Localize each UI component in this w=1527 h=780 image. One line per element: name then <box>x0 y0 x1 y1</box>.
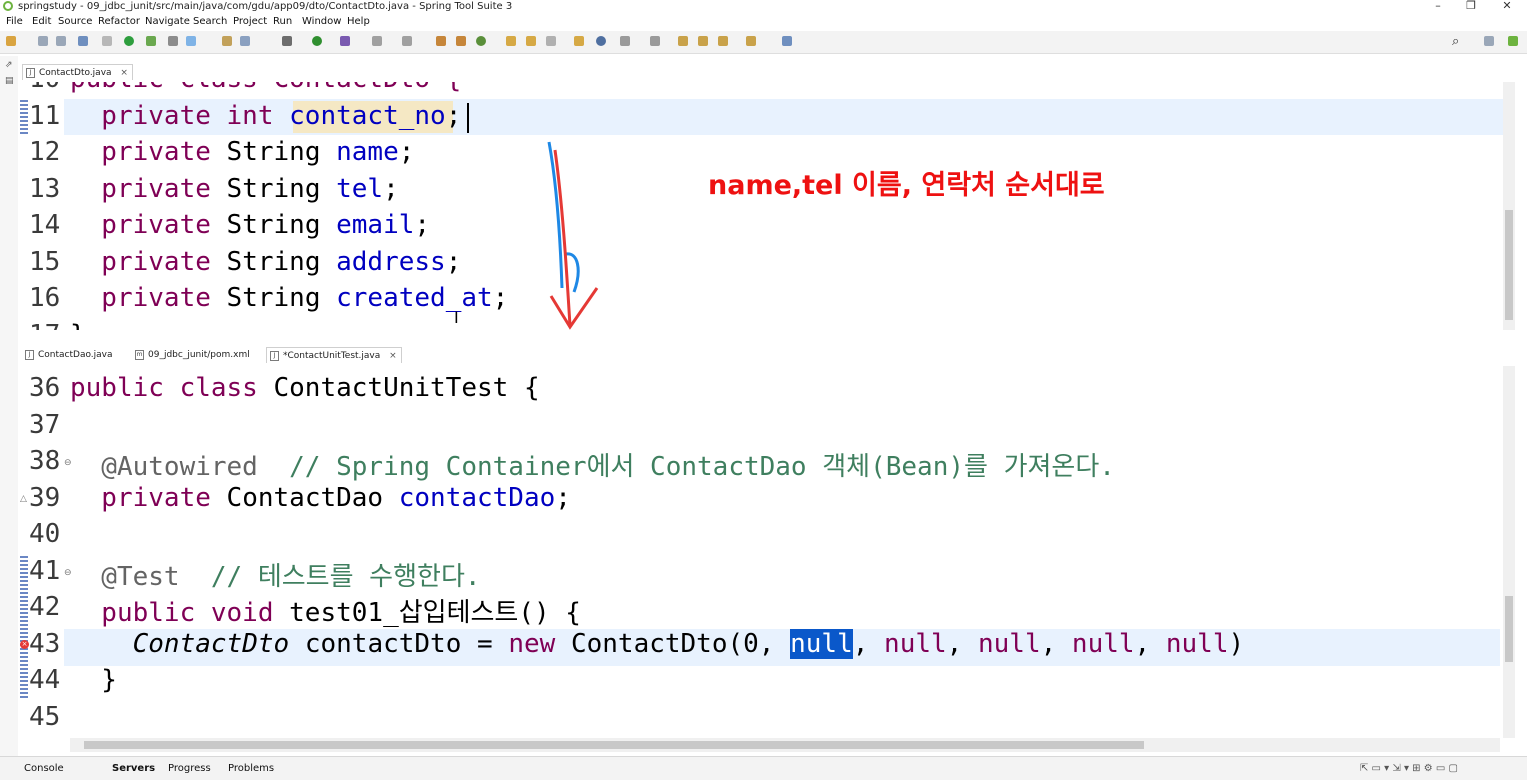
tab-label: ContactDao.java <box>38 350 113 360</box>
code-token: private <box>70 482 227 513</box>
code-token: , <box>1134 628 1166 659</box>
line-number: 39 <box>29 482 61 513</box>
code-token: null <box>1071 628 1135 659</box>
tab-pom-xml[interactable]: m 09_jdbc_junit/pom.xml <box>132 347 254 363</box>
code-token: contactDao <box>398 482 556 513</box>
line-number: 44 <box>29 665 61 695</box>
code-token: new <box>508 628 571 659</box>
code-token: ; <box>555 482 571 513</box>
code-token: test01_삽입테스트() { <box>289 598 581 628</box>
problems-tab[interactable]: Problems <box>228 763 274 774</box>
code-line[interactable]: public void test01_삽입테스트() { <box>70 592 581 629</box>
line-number: 41 <box>29 555 61 586</box>
line-number: 45 <box>29 701 61 732</box>
line-number: 38 <box>29 446 61 476</box>
code-line[interactable]: @Autowired // Spring Container에서 Contact… <box>70 446 1115 483</box>
tab-label: 09_jdbc_junit/pom.xml <box>148 350 250 360</box>
horizontal-scrollbar[interactable] <box>70 738 1500 752</box>
code-line[interactable]: private ContactDao contactDao; <box>70 483 571 513</box>
close-tab-icon[interactable]: × <box>389 351 397 361</box>
code-line[interactable]: @Test // 테스트를 수행한다. <box>70 556 481 593</box>
tab-contactdao[interactable]: J ContactDao.java <box>22 347 117 363</box>
red-down-arrow-shaft <box>553 149 572 327</box>
line-number: 36 <box>29 373 61 403</box>
code-token: null <box>1165 628 1229 659</box>
line-number: 40 <box>29 519 61 549</box>
code-token: public void <box>70 598 290 628</box>
code-token: , <box>852 628 885 659</box>
line-number: 43 <box>29 628 61 659</box>
code-token: ) <box>1228 628 1245 659</box>
xml-file-icon: m <box>135 350 144 360</box>
code-token: null <box>884 628 947 659</box>
error-icon[interactable]: × <box>20 640 29 649</box>
line-number: 37 <box>29 409 61 440</box>
code-token: @Autowired <box>70 452 258 482</box>
java-file-icon: J <box>25 350 34 360</box>
junit-file-icon: J <box>270 351 279 361</box>
line-number: 42 <box>29 592 61 622</box>
code-token: null <box>977 628 1041 659</box>
code-line[interactable]: ContactDto contactDto = new ContactDto(0… <box>70 628 1245 659</box>
bottom-code-editor[interactable]: × ⊖ ⊖ △ 36 public class ContactUnitTest {… <box>20 366 1500 738</box>
code-token: // 테스트를 수행한다. <box>179 561 481 592</box>
horizontal-scroll-thumb[interactable] <box>84 741 1144 749</box>
bottom-vertical-scrollbar[interactable] <box>1503 366 1515 738</box>
code-token: null <box>790 628 853 659</box>
code-token: ContactDto <box>132 628 290 659</box>
code-token: , <box>1040 628 1072 659</box>
change-marker <box>20 556 28 700</box>
servers-tab[interactable]: Servers <box>112 763 155 774</box>
code-token: contactDto = <box>289 628 509 659</box>
code-token: ContactDao <box>226 482 399 513</box>
code-token: , <box>946 628 978 659</box>
code-token: } <box>70 665 117 695</box>
progress-tab[interactable]: Progress <box>168 763 211 774</box>
override-warning-icon: △ <box>20 494 27 504</box>
console-tab[interactable]: Console <box>24 763 64 774</box>
code-token: ContactDto(0, <box>570 628 791 659</box>
code-line[interactable]: public class ContactUnitTest { <box>70 373 540 403</box>
tab-contactunittest[interactable]: J *ContactUnitTest.java × <box>266 347 402 363</box>
code-token: // Spring Container에서 ContactDao 객체(Bean… <box>257 452 1115 482</box>
bottom-scroll-thumb[interactable] <box>1505 596 1513 662</box>
view-toolbar-icons[interactable]: ⇱ ▭ ▾ ⇲ ▾ ⊞ ⚙ ▭ ▢ <box>1360 763 1458 774</box>
code-token: @Test <box>70 561 180 592</box>
code-line[interactable]: } <box>70 665 117 695</box>
bottom-view-tabs: Console Servers Progress Problems ⇱ ▭ ▾ … <box>0 756 1527 780</box>
red-down-arrow-head <box>549 287 599 330</box>
tab-label: *ContactUnitTest.java <box>283 351 381 361</box>
code-token: public class <box>70 373 274 403</box>
code-token: ContactUnitTest { <box>273 373 540 403</box>
